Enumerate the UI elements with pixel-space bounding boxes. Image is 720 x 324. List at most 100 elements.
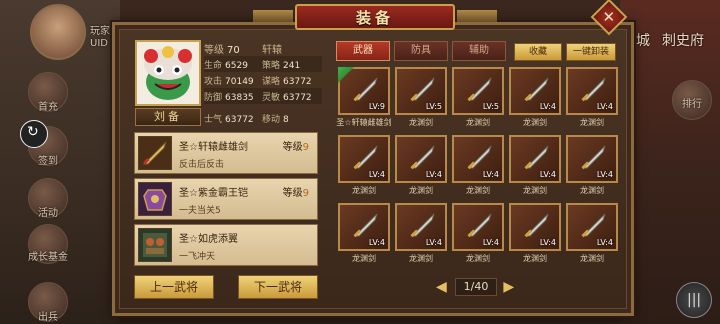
equipped-armor-slot[interactable]: 圣☆紫金霸王铠 等级9 一夫当关5 (134, 178, 318, 220)
slot-level: LV:4 (368, 238, 385, 247)
stat-attack: 攻击 70149 (204, 76, 254, 87)
stat-level: 等级 70 (204, 44, 240, 56)
sword-icon (353, 213, 378, 238)
slot-item-name: 圣☆轩辕雌雄剑 (336, 118, 392, 127)
title-wing-right (457, 10, 497, 22)
slot-frame: LV:4 (509, 135, 561, 183)
refresh-button[interactable]: ↻ (20, 120, 48, 148)
slot-frame: LV:4 (509, 203, 561, 251)
ranking-label: 排行 (682, 99, 702, 110)
slot-frame: LV:5 (452, 67, 504, 115)
armor-icon (138, 182, 172, 216)
slot-frame: LV:4 (338, 135, 390, 183)
sword-icon (467, 77, 492, 102)
next-hero-button[interactable]: 下一武将 (238, 275, 318, 299)
equipped-weapon-slot[interactable]: 圣☆轩辕雌雄剑 等级9 反击后反击 (134, 132, 318, 174)
slot-frame: LV:4 (452, 135, 504, 183)
page-indicator: 1/40 (454, 278, 498, 296)
inventory-slot[interactable]: LV:4 龙渊剑 (566, 203, 618, 266)
top-right-label-city: 城 (636, 33, 650, 49)
inventory-slot[interactable]: LV:4 龙渊剑 (566, 67, 618, 130)
equipped-item-desc: 一飞冲天 (179, 252, 216, 262)
slot-level: LV:5 (482, 102, 499, 111)
inventory-slot[interactable]: LV:4 龙渊剑 (509, 203, 561, 266)
slot-item-name: 龙渊剑 (580, 254, 604, 263)
slot-item-name: 龙渊剑 (523, 118, 547, 127)
stat-strategy: 策略 241 (262, 60, 301, 71)
equipped-item-desc: 一夫当关5 (179, 206, 221, 216)
pager: ◀ 1/40 ▶ (436, 277, 516, 297)
activity-label: 活动 (38, 208, 58, 219)
close-icon: ✕ (602, 7, 616, 26)
inventory-slot[interactable]: LV:5 龙渊剑 (395, 67, 447, 130)
inventory-slot[interactable]: LV:5 龙渊剑 (452, 67, 504, 130)
prev-page-icon[interactable]: ◀ (436, 279, 449, 295)
panel-title: 装备 (355, 8, 394, 27)
inventory-slot[interactable]: LV:4 龙渊剑 (395, 135, 447, 198)
sword-icon (467, 213, 492, 238)
stat-row: 防御 63835 灵敏 63772 (204, 88, 322, 104)
signin-label: 签到 (38, 156, 58, 167)
slot-item-name: 龙渊剑 (466, 186, 490, 195)
slot-item-name: 龙渊剑 (523, 186, 547, 195)
uid-label: UID (90, 38, 108, 49)
tab-weapon[interactable]: 武器 (336, 41, 390, 61)
stat-intellect: 谋略 63772 (262, 76, 312, 87)
stat-row: 生命 6529 策略 241 (204, 56, 322, 72)
slot-item-name: 龙渊剑 (352, 186, 376, 195)
player-label: 玩家 (90, 26, 110, 37)
stat-movement: 移动 8 (262, 114, 289, 125)
next-page-icon[interactable]: ▶ (503, 279, 516, 295)
sword-icon (581, 145, 606, 170)
unequip-all-button[interactable]: 一键卸装 (566, 43, 616, 61)
slot-level: LV:4 (425, 238, 442, 247)
inventory-slot[interactable]: LV:4 龙渊剑 (395, 203, 447, 266)
tab-armor[interactable]: 防具 (394, 41, 448, 61)
tiger-wings-icon (138, 228, 172, 262)
slot-level: LV:4 (482, 238, 499, 247)
stat-defense: 防御 63835 (204, 92, 254, 103)
menu-toggle-button[interactable]: ||| (676, 282, 712, 318)
slot-item-name: 龙渊剑 (352, 254, 376, 263)
tab-accessory[interactable]: 辅助 (452, 41, 506, 61)
sword-icon (524, 145, 549, 170)
inventory-slot[interactable]: LV:4 龙渊剑 (509, 135, 561, 198)
hero-portrait (135, 40, 201, 106)
slot-level: LV:4 (539, 170, 556, 179)
panel-title-banner: 装备 (295, 4, 455, 30)
equipped-item-level: 等级9 (282, 142, 309, 153)
sword-icon (524, 77, 549, 102)
slot-level: LV:9 (368, 102, 385, 111)
inventory-slot[interactable]: LV:4 龙渊剑 (452, 203, 504, 266)
slot-frame: LV:4 (395, 135, 447, 183)
stat-row: 等级 70 轩辕 (204, 40, 322, 56)
equipped-accessory-slot[interactable]: 圣☆如虎添翼 一飞冲天 (134, 224, 318, 266)
inventory-slot[interactable]: LV:4 龙渊剑 (338, 203, 390, 266)
player-avatar[interactable] (30, 4, 86, 60)
sword-icon (410, 213, 435, 238)
inventory-slot[interactable]: LV:9 圣☆轩辕雌雄剑 (336, 67, 392, 130)
slot-item-name: 龙渊剑 (466, 254, 490, 263)
slot-level: LV:4 (425, 170, 442, 179)
slot-item-name: 龙渊剑 (523, 254, 547, 263)
equipped-item-level: 等级9 (282, 188, 309, 199)
inventory-slot[interactable]: LV:4 龙渊剑 (566, 135, 618, 198)
growth-fund-label: 成长基金 (28, 252, 68, 263)
equipped-item-name: 圣☆紫金霸王铠 (179, 188, 248, 199)
slot-item-name: 龙渊剑 (580, 118, 604, 127)
collect-button[interactable]: 收藏 (514, 43, 562, 61)
sword-icon (524, 213, 549, 238)
sword-icon (353, 145, 378, 170)
slot-item-name: 龙渊剑 (409, 186, 433, 195)
hero-stats: 等级 70 轩辕 生命 6529 策略 241 攻击 70149 谋略 63772 防御 6… (204, 40, 322, 126)
inventory-slot[interactable]: LV:4 龙渊剑 (452, 135, 504, 198)
prev-hero-button[interactable]: 上一武将 (134, 275, 214, 299)
slot-level: LV:4 (368, 170, 385, 179)
inventory-slot[interactable]: LV:4 龙渊剑 (338, 135, 390, 198)
equipped-item-desc: 反击后反击 (179, 160, 225, 170)
lion-mascot-icon (137, 42, 199, 104)
title-wing-left (253, 10, 293, 22)
sword-icon (581, 213, 606, 238)
inventory-slot[interactable]: LV:4 龙渊剑 (509, 67, 561, 130)
slot-frame: LV:4 (338, 203, 390, 251)
